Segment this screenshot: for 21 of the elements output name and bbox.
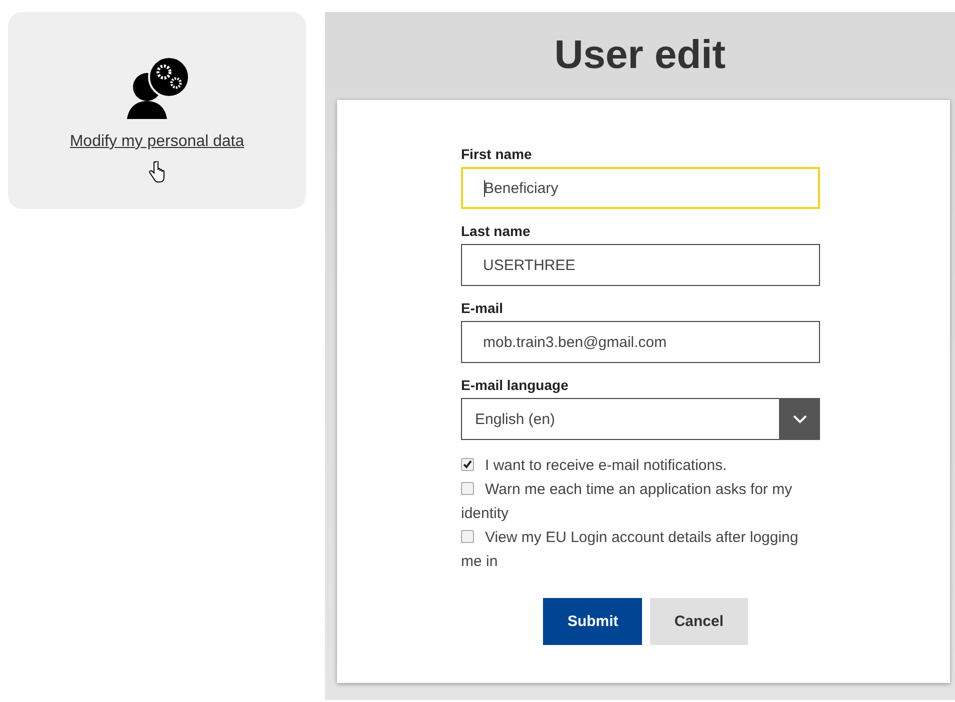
checkbox-option[interactable]: Warn me each time an application asks for my identity: [461, 478, 806, 526]
user-settings-icon: [125, 57, 189, 119]
modify-data-link[interactable]: Modify my personal data: [70, 133, 244, 151]
input-field[interactable]: mob.train3.ben@gmail.com: [461, 321, 820, 363]
chevron-down-icon: [792, 414, 806, 424]
language-select[interactable]: English (en): [461, 398, 820, 440]
input-field[interactable]: USERTHREE: [461, 244, 820, 286]
checkbox[interactable]: [461, 482, 474, 495]
page-title: User edit: [554, 32, 726, 78]
field-label: Last name: [461, 223, 532, 239]
submit-button[interactable]: Submit: [543, 598, 642, 645]
cancel-button[interactable]: Cancel: [650, 598, 748, 645]
input-field[interactable]: Beneficiary: [461, 167, 820, 209]
checkbox-option[interactable]: I want to receive e-mail notifications.: [461, 454, 806, 478]
checkbox[interactable]: [461, 530, 474, 543]
field-label: E-mail: [461, 300, 504, 316]
checkbox[interactable]: [461, 458, 474, 471]
field-label: E-mail language: [461, 377, 570, 393]
checkbox-option[interactable]: View my EU Login account details after logging me in: [461, 526, 806, 574]
hand-cursor-icon: [149, 161, 165, 183]
field-label: First name: [461, 146, 533, 162]
